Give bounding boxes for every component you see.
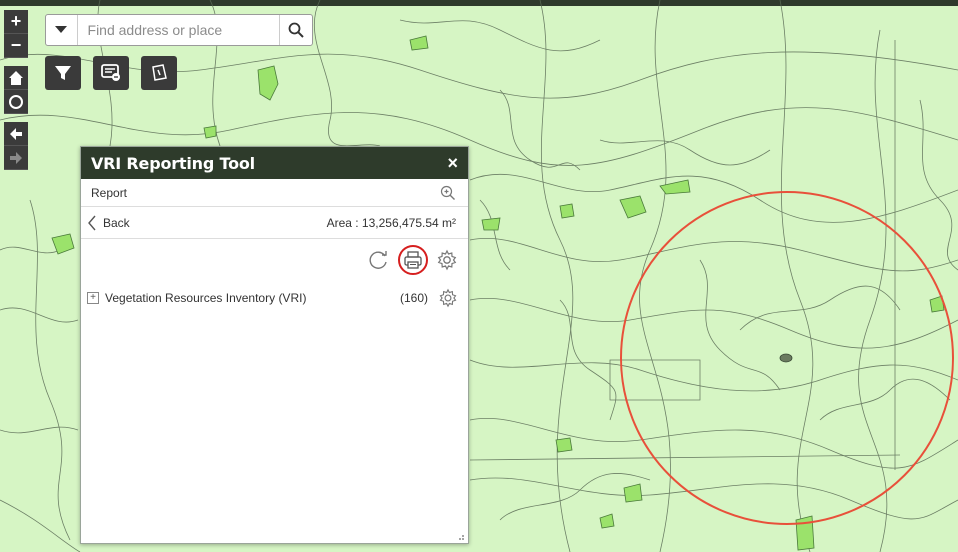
zoom-out-button[interactable]: − (4, 34, 28, 58)
vri-reporting-panel: VRI Reporting Tool × Report Back Area : … (80, 146, 469, 544)
draw-area-icon (152, 64, 167, 81)
search-button[interactable] (278, 15, 312, 45)
print-icon (404, 251, 422, 269)
close-icon[interactable]: × (447, 153, 458, 174)
draw-area-button[interactable] (141, 56, 177, 90)
layer-name: Vegetation Resources Inventory (VRI) (105, 291, 307, 305)
search-bar (45, 14, 313, 46)
report-actions (81, 239, 468, 281)
layer-row-left: + Vegetation Resources Inventory (VRI) (87, 291, 306, 305)
refresh-icon[interactable] (368, 249, 390, 271)
home-button[interactable] (4, 66, 28, 90)
resize-handle-icon[interactable] (455, 531, 465, 541)
next-extent-button[interactable] (4, 146, 28, 170)
locate-icon (9, 94, 23, 109)
report-row: Report (81, 179, 468, 207)
expand-icon[interactable]: + (87, 292, 99, 304)
previous-extent-button[interactable] (4, 122, 28, 146)
panel-title: VRI Reporting Tool (91, 153, 255, 173)
caret-down-icon (55, 26, 68, 33)
small-polygon-marker (779, 353, 793, 363)
layer-row-vri[interactable]: + Vegetation Resources Inventory (VRI) (… (81, 283, 468, 313)
arrow-left-icon (10, 127, 22, 140)
report-label: Report (91, 185, 128, 200)
map-navigation-strip: + − (4, 10, 28, 170)
widget-toolbar (45, 56, 177, 90)
layer-settings-gear-icon[interactable] (438, 288, 458, 308)
filter-icon (55, 66, 71, 80)
panel-header: VRI Reporting Tool × (81, 147, 468, 179)
back-row: Back Area : 13,256,475.54 m² (81, 207, 468, 239)
arrow-right-icon (10, 151, 22, 164)
settings-gear-icon[interactable] (436, 249, 458, 271)
search-source-dropdown[interactable] (46, 15, 78, 45)
layer-row-right: (160) (400, 288, 458, 308)
locate-button[interactable] (4, 90, 28, 114)
print-button[interactable] (398, 245, 428, 275)
back-button[interactable]: Back (87, 215, 130, 231)
layer-list-icon (101, 64, 120, 81)
zoom-in-button[interactable]: + (4, 10, 28, 34)
chevron-left-icon (88, 215, 96, 230)
filter-button[interactable] (45, 56, 81, 90)
search-input[interactable] (77, 16, 279, 44)
home-icon (9, 70, 23, 85)
layer-count: (160) (399, 291, 428, 305)
back-label: Back (103, 215, 130, 230)
zoom-to-icon[interactable] (440, 185, 456, 201)
search-icon (288, 22, 304, 38)
layer-list-button[interactable] (93, 56, 129, 90)
area-text: Area : 13,256,475.54 m² (326, 215, 456, 230)
